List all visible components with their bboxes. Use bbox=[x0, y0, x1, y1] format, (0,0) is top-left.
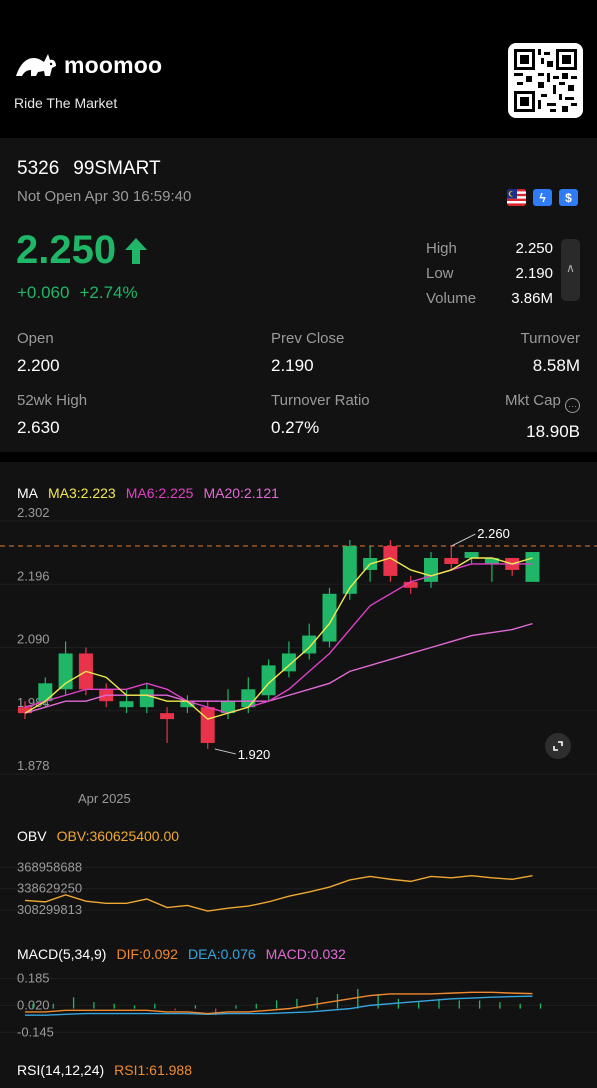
badge-row: ϟ $ bbox=[507, 189, 578, 206]
y-tick-label: -0.145 bbox=[17, 1024, 54, 1039]
candle-body bbox=[424, 557, 438, 582]
stat-value: 2.630 bbox=[17, 418, 60, 437]
candle-body bbox=[281, 653, 296, 672]
qr-code-icon bbox=[514, 49, 577, 112]
volume-value: 3.86M bbox=[511, 290, 553, 307]
price-value: 2.250 bbox=[16, 228, 117, 272]
volume-label: Volume bbox=[426, 290, 477, 307]
stat-label: Mkt Cap bbox=[504, 392, 561, 409]
arrow-up-icon bbox=[125, 237, 148, 264]
stat-turnover-ratio: Turnover Ratio 0.27% bbox=[271, 392, 370, 438]
stock-name: 99SMART bbox=[73, 158, 161, 179]
stat-label: 52wk High bbox=[17, 392, 88, 409]
price-change: +0.060 +2.74% bbox=[17, 283, 148, 303]
y-tick-label: 0.185 bbox=[17, 970, 50, 985]
x-tick-label: Apr 2025 bbox=[78, 791, 131, 806]
candle-body bbox=[525, 552, 540, 582]
stat-value: 18.90B bbox=[526, 422, 580, 441]
candle-body bbox=[241, 689, 256, 708]
y-tick-label: 338629250 bbox=[17, 881, 82, 896]
max-label-leader bbox=[451, 533, 476, 547]
quote-panel: 5326 99SMART Not Open Apr 30 16:59:40 ϟ $… bbox=[0, 138, 597, 452]
obv-line bbox=[24, 875, 533, 912]
max-price-label: 2.260 bbox=[477, 526, 510, 541]
candle-body bbox=[322, 593, 337, 642]
high-value: 2.250 bbox=[515, 240, 553, 257]
chart-svg[interactable]: 2.3022.1962.0901.9841.878Apr 20252.2601.… bbox=[0, 462, 597, 1088]
candle-body bbox=[160, 713, 175, 720]
y-tick-label: 308299813 bbox=[17, 902, 82, 917]
malaysia-flag-icon bbox=[507, 189, 526, 206]
candle-body bbox=[119, 701, 134, 708]
stat-prev-close: Prev Close 2.190 bbox=[271, 330, 344, 376]
stat-open: Open 2.200 bbox=[17, 330, 60, 376]
chevron-up-icon: ∧ bbox=[566, 261, 575, 275]
min-price-label: 1.920 bbox=[238, 747, 271, 762]
stat-value: 2.200 bbox=[17, 356, 60, 375]
change-pct: +2.74% bbox=[79, 283, 138, 302]
more-icon[interactable]: … bbox=[565, 398, 580, 413]
low-value: 2.190 bbox=[515, 265, 553, 282]
hlv-labels: High Low Volume bbox=[426, 236, 476, 311]
fullscreen-button[interactable] bbox=[545, 733, 571, 759]
tagline: Ride The Market bbox=[14, 95, 118, 111]
stat-mkt-cap[interactable]: Mkt Cap … 18.90B bbox=[505, 392, 580, 442]
stat-label: Turnover Ratio bbox=[271, 392, 370, 409]
candle-body bbox=[342, 546, 357, 594]
stock-code: 5326 bbox=[17, 158, 60, 179]
market-status: Not Open Apr 30 16:59:40 bbox=[17, 188, 192, 205]
y-tick-label: 1.878 bbox=[17, 758, 50, 773]
stock-title: 5326 99SMART bbox=[17, 158, 175, 180]
stat-value: 0.27% bbox=[271, 418, 320, 437]
hlv-values: 2.250 2.190 3.86M bbox=[511, 236, 553, 311]
expand-icon bbox=[553, 741, 563, 751]
candle-body bbox=[464, 552, 479, 558]
y-tick-label: 2.196 bbox=[17, 568, 50, 583]
y-tick-label: 2.302 bbox=[17, 505, 50, 520]
stat-value: 2.190 bbox=[271, 356, 314, 375]
dif-line bbox=[25, 991, 533, 1015]
bull-icon bbox=[16, 54, 56, 76]
app-header: moomoo Ride The Market bbox=[0, 0, 597, 138]
high-label: High bbox=[426, 240, 457, 257]
brand-name: moomoo bbox=[64, 51, 163, 78]
candle-body bbox=[38, 683, 53, 702]
stat-label: Open bbox=[17, 330, 54, 347]
candle-body bbox=[200, 707, 215, 743]
qr-code[interactable] bbox=[508, 43, 583, 118]
stat-turnover: Turnover 8.58M bbox=[521, 330, 580, 376]
moomoo-logo: moomoo bbox=[14, 50, 162, 80]
change-abs: +0.060 bbox=[17, 283, 70, 302]
y-tick-label: 2.090 bbox=[17, 632, 50, 647]
candle-body bbox=[302, 635, 317, 654]
candle-body bbox=[139, 689, 154, 708]
low-label: Low bbox=[426, 265, 454, 282]
candle-body bbox=[444, 557, 459, 564]
y-tick-label: 368958688 bbox=[17, 859, 82, 874]
stat-value: 8.58M bbox=[532, 356, 580, 375]
candle-body bbox=[261, 665, 276, 696]
stat-52wk-high: 52wk High 2.630 bbox=[17, 392, 87, 438]
last-price: 2.250 bbox=[16, 228, 148, 273]
chart-area[interactable]: MA MA3:2.223 MA6:2.225 MA20:2.121 OBV OBV:36… bbox=[0, 462, 597, 1088]
stat-label: Prev Close bbox=[271, 330, 345, 347]
dollar-icon: $ bbox=[559, 189, 578, 206]
lightning-icon: ϟ bbox=[533, 189, 552, 206]
min-label-leader bbox=[214, 748, 236, 755]
stat-label: Turnover bbox=[520, 330, 580, 347]
collapse-button[interactable]: ∧ bbox=[561, 239, 580, 301]
